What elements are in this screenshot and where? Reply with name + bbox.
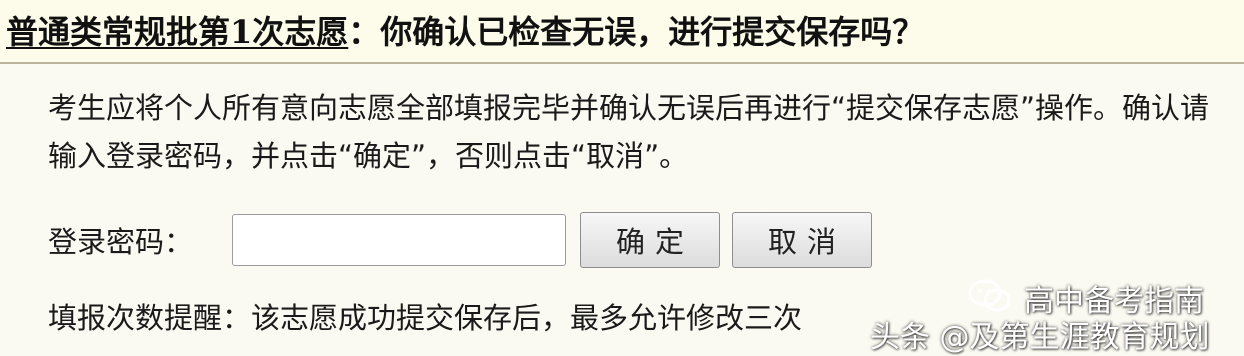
title-question: ：你确认已检查无误，进行提交保存吗？: [348, 13, 925, 51]
password-row: 登录密码： 确定 取消: [48, 212, 884, 268]
cancel-button[interactable]: 取消: [732, 212, 872, 268]
dialog-header: 普通类常规批第1次志愿：你确认已检查无误，进行提交保存吗？: [0, 0, 1244, 64]
submission-count-reminder: 填报次数提醒：该志愿成功提交保存后，最多允许修改三次: [48, 301, 803, 335]
instructions-text: 考生应将个人所有意向志愿全部填报完毕并确认无误后再进行“提交保存志愿”操作。确认…: [48, 91, 1210, 173]
title-batch-label: 普通类常规批第1次志愿: [6, 13, 349, 51]
password-input[interactable]: [232, 214, 566, 266]
watermark-source: 头条 @及第生涯教育规划: [870, 320, 1210, 355]
wechat-icon: [968, 279, 1011, 312]
dialog-title: 普通类常规批第1次志愿：你确认已检查无误，进行提交保存吗？: [6, 14, 924, 50]
confirm-button[interactable]: 确定: [580, 212, 720, 268]
password-label: 登录密码：: [48, 225, 194, 259]
